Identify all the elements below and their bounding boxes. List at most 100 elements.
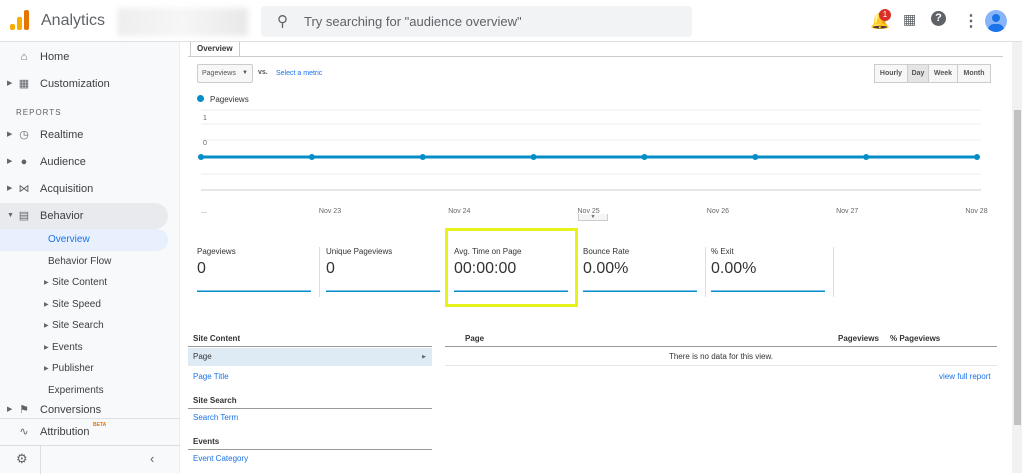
range-day-button[interactable]: Day — [907, 64, 929, 83]
expand-arrow-icon: ▶ — [7, 406, 13, 413]
scrollbar-thumb[interactable] — [1014, 110, 1021, 425]
data-point — [752, 154, 759, 160]
y-tick-label: 1 — [203, 115, 207, 122]
sparkline — [711, 290, 825, 292]
sidebar-item-home[interactable]: ⌂ Home — [0, 44, 168, 70]
settings-gear-icon[interactable]: ⚙ — [16, 451, 28, 467]
sidebar-item-realtime[interactable]: ▶ ◷ Realtime — [0, 122, 168, 148]
range-hourly-button[interactable]: Hourly — [874, 64, 908, 83]
data-point — [530, 154, 537, 160]
expand-arrow-icon: ▶ — [44, 366, 49, 372]
highlight-box — [445, 228, 578, 307]
metric-select[interactable]: Pageviews ▼ — [197, 64, 253, 83]
sidebar-item-attribution[interactable]: ∿ Attribution BETA — [0, 418, 180, 444]
x-tick-label: ... — [201, 208, 207, 215]
analytics-logo[interactable] — [10, 10, 30, 30]
dimension-page[interactable]: Page ▶ — [188, 348, 432, 366]
dimension-page-title[interactable]: Page Title — [193, 372, 229, 381]
select-metric-link[interactable]: Select a metric — [276, 70, 322, 77]
more-vert-icon[interactable]: ⋮ — [963, 11, 979, 31]
sidebar-item-conversions[interactable]: ▶ ⚑ Conversions — [0, 402, 168, 418]
sidebar-item-audience[interactable]: ▶ ● Audience — [0, 149, 168, 175]
range-month-button[interactable]: Month — [957, 64, 991, 83]
sidebar-item-behavior[interactable]: ▼ ▤ Behavior — [0, 203, 168, 229]
data-point — [863, 154, 870, 160]
metric-divider — [319, 247, 320, 297]
vs-label: vs. — [258, 69, 268, 76]
data-point — [198, 154, 204, 160]
search-placeholder: Try searching for "audience overview" — [304, 14, 522, 29]
metric-divider — [705, 247, 706, 297]
metric-bounce-rate[interactable]: Bounce Rate 0.00% — [583, 247, 703, 307]
sparkline — [197, 290, 311, 292]
search-icon: ⚲ — [277, 13, 288, 30]
expand-arrow-icon: ▶ — [44, 302, 49, 308]
sidebar-item-customization[interactable]: ▶ ▦ Customization — [0, 71, 168, 97]
sidebar-sub-behavior-flow[interactable]: Behavior Flow — [0, 251, 168, 273]
site-content-heading: Site Content — [188, 334, 432, 347]
data-point — [419, 154, 426, 160]
flag-icon: ⚑ — [19, 404, 29, 416]
expand-arrow-icon: ▶ — [7, 158, 13, 165]
main-content: Overview Pageviews ▼ vs. Select a metric … — [188, 40, 1008, 473]
expand-arrow-icon: ▶ — [44, 345, 49, 351]
sidebar-sub-site-speed[interactable]: ▶ Site Speed — [0, 294, 168, 316]
sidebar-sub-experiments[interactable]: Experiments — [0, 380, 168, 402]
view-full-report-link[interactable]: view full report — [939, 372, 991, 381]
tab-overview[interactable]: Overview — [190, 40, 240, 56]
scrollbar[interactable] — [1012, 42, 1022, 473]
behavior-icon: ▤ — [18, 210, 30, 222]
home-icon: ⌂ — [20, 51, 28, 63]
search-input[interactable]: ⚲ Try searching for "audience overview" — [261, 6, 692, 37]
chevron-right-icon: ▶ — [422, 354, 426, 360]
sidebar-sub-site-search[interactable]: ▶ Site Search — [0, 315, 168, 337]
dropdown-arrow-icon: ▼ — [242, 70, 248, 76]
legend-dot — [197, 95, 204, 102]
sidebar-item-acquisition[interactable]: ▶ ⋈ Acquisition — [0, 176, 168, 202]
collapse-sidebar-chevron-icon[interactable]: ‹ — [150, 451, 154, 466]
chart-expand-handle[interactable]: ▼ — [578, 214, 608, 221]
sparkline — [326, 290, 440, 292]
data-point — [974, 154, 980, 160]
metric-divider — [833, 247, 834, 297]
sidebar: ⌂ Home ▶ ▦ Customization REPORTS ▶ ◷ Realtime… — [0, 42, 180, 474]
range-week-button[interactable]: Week — [928, 64, 958, 83]
dimension-search-term[interactable]: Search Term — [193, 413, 238, 422]
metric-unique-pageviews[interactable]: Unique Pageviews 0 — [326, 247, 446, 307]
expand-arrow-icon: ▶ — [7, 80, 13, 87]
attribution-icon: ∿ — [19, 426, 29, 438]
empty-state: There is no data for this view. — [445, 348, 997, 366]
sidebar-sub-events[interactable]: ▶ Events — [0, 337, 168, 359]
x-tick-label: Nov 23 — [319, 208, 341, 215]
y-tick-label: 0 — [203, 140, 207, 147]
dimension-event-category[interactable]: Event Category — [193, 454, 248, 463]
x-tick-label: Nov 26 — [707, 208, 729, 215]
expand-arrow-icon: ▶ — [44, 280, 49, 286]
collapse-arrow-icon: ▼ — [7, 212, 14, 219]
x-tick-label: Nov 27 — [836, 208, 858, 215]
x-tick-label: Nov 24 — [448, 208, 470, 215]
events-heading: Events — [188, 437, 432, 450]
beta-badge: BETA — [93, 422, 107, 428]
expand-arrow-icon: ▶ — [7, 185, 13, 192]
avatar[interactable] — [985, 10, 1007, 32]
metric-exit[interactable]: % Exit 0.00% — [711, 247, 831, 307]
expand-arrow-icon: ▶ — [7, 131, 13, 138]
acquisition-icon: ⋈ — [18, 183, 30, 195]
apps-grid-icon[interactable]: ▦ — [903, 11, 916, 28]
x-tick-label: Nov 28 — [965, 208, 987, 215]
metric-pageviews[interactable]: Pageviews 0 — [197, 247, 317, 307]
sidebar-sub-site-content[interactable]: ▶ Site Content — [0, 272, 168, 294]
sidebar-sub-publisher[interactable]: ▶ Publisher — [0, 358, 168, 380]
expand-arrow-icon: ▶ — [44, 323, 49, 329]
help-icon[interactable]: ? — [931, 11, 946, 26]
clock-icon: ◷ — [19, 129, 29, 141]
tab-divider — [188, 56, 1003, 57]
dashboard-icon: ▦ — [18, 78, 30, 90]
data-point — [641, 154, 648, 160]
top-bar: Analytics ⚲ Try searching for "audience … — [0, 0, 1022, 42]
sidebar-sub-overview[interactable]: Overview — [0, 229, 168, 251]
account-selector[interactable] — [118, 8, 248, 36]
app-title: Analytics — [41, 12, 106, 29]
notification-badge: 1 — [879, 9, 891, 21]
